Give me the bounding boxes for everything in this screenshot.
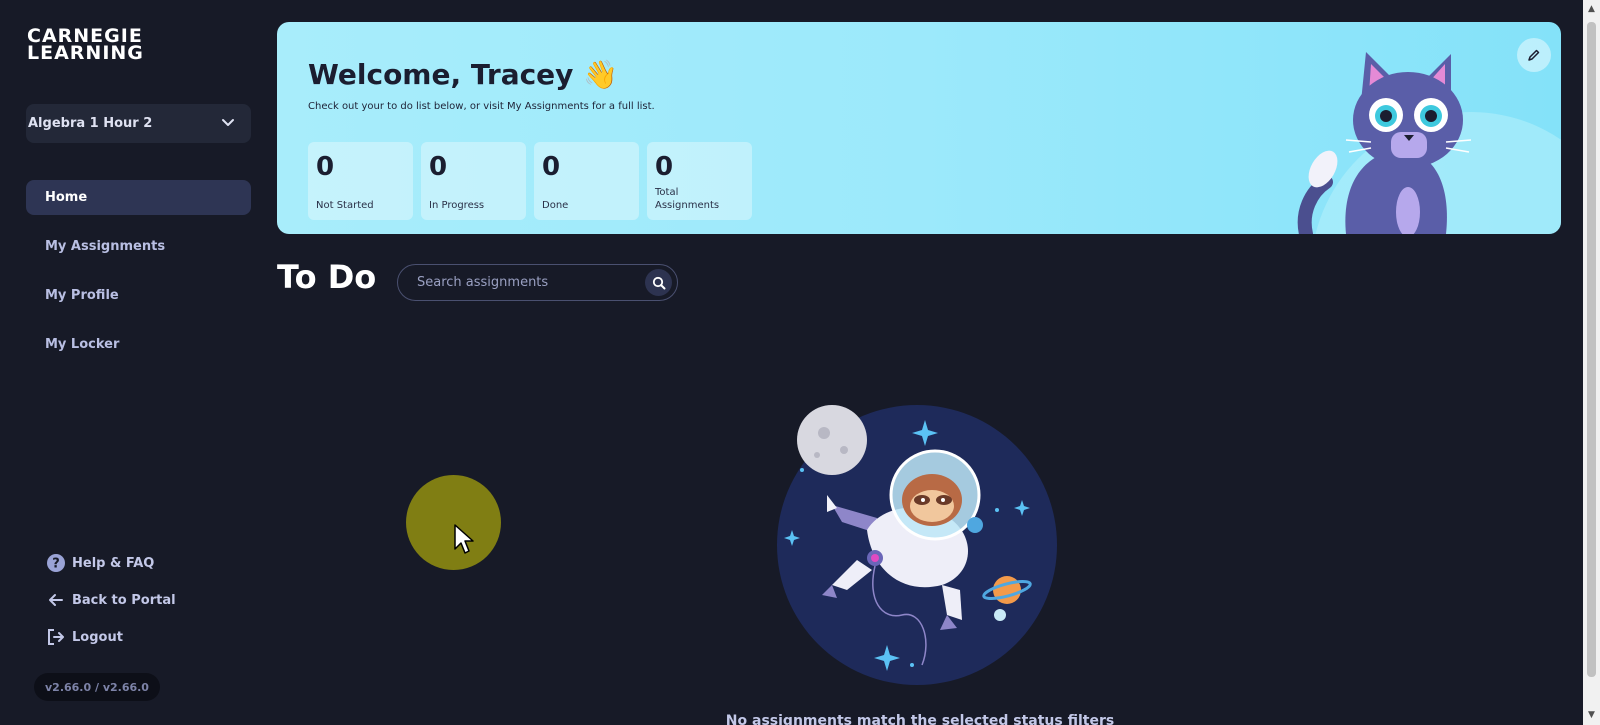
sidebar-item-my-profile[interactable]: My Profile (26, 278, 251, 313)
stat-value: 0 (542, 152, 561, 182)
mouse-pointer-icon (454, 524, 474, 554)
welcome-banner: Welcome, Tracey 👋 Check out your to do l… (277, 22, 1561, 234)
scroll-up-arrow-icon[interactable]: ▲ (1586, 4, 1597, 14)
stat-value: 0 (429, 152, 448, 182)
stat-label: Done (542, 200, 569, 211)
search-icon (652, 276, 665, 289)
help-faq-label: Help & FAQ (72, 555, 155, 571)
page-scrollbar[interactable]: ▲ ▼ (1583, 0, 1600, 725)
sidebar-nav: Home My Assignments My Profile My Locker (26, 180, 251, 376)
sidebar-item-home[interactable]: Home (26, 180, 251, 215)
class-select[interactable]: Algebra 1 Hour 2 (26, 104, 251, 143)
back-to-portal-label: Back to Portal (72, 592, 176, 608)
welcome-title: Welcome, Tracey 👋 (308, 58, 619, 91)
sidebar-item-label: My Assignments (45, 239, 166, 254)
logout-label: Logout (72, 629, 123, 645)
stat-label: Total Assignments (655, 187, 720, 211)
sidebar-item-my-assignments[interactable]: My Assignments (26, 229, 251, 264)
stat-value: 0 (316, 152, 335, 182)
stat-done[interactable]: 0 Done (534, 142, 639, 220)
svg-text:?: ? (52, 557, 60, 572)
edit-banner-button[interactable] (1517, 38, 1551, 72)
welcome-subtitle: Check out your to do list below, or visi… (308, 101, 655, 112)
search-button[interactable] (645, 269, 672, 296)
back-to-portal-link[interactable]: Back to Portal (46, 589, 176, 611)
help-faq-link[interactable]: ? Help & FAQ (46, 552, 176, 574)
pencil-icon (1528, 49, 1540, 61)
todo-heading: To Do (277, 258, 377, 296)
sidebar-item-label: My Locker (45, 337, 120, 352)
stat-value: 0 (655, 152, 674, 182)
search-assignments-input[interactable]: Search assignments (397, 264, 678, 301)
stat-total-assignments[interactable]: 0 Total Assignments (647, 142, 752, 220)
astronaut-sloth-illustration (777, 405, 1057, 685)
sidebar-item-my-locker[interactable]: My Locker (26, 327, 251, 362)
empty-state-message: No assignments match the selected status… (725, 713, 1115, 725)
sidebar: CARNEGIE LEARNING Algebra 1 Hour 2 Home … (0, 0, 262, 725)
search-placeholder: Search assignments (417, 275, 549, 290)
cat-mascot-illustration (1297, 52, 1561, 234)
status-stats: 0 Not Started 0 In Progress 0 Done 0 Tot… (308, 142, 760, 220)
version-badge: v2.66.0 / v2.66.0 (34, 673, 160, 701)
chevron-down-icon (222, 119, 234, 126)
arrow-left-icon (46, 590, 66, 610)
class-select-value: Algebra 1 Hour 2 (28, 116, 153, 131)
sidebar-item-label: Home (45, 190, 88, 205)
logo-line-2: LEARNING (27, 42, 144, 64)
logout-icon (46, 627, 66, 647)
stat-label: Not Started (316, 200, 374, 211)
stat-label: In Progress (429, 200, 485, 211)
scroll-down-arrow-icon[interactable]: ▼ (1586, 710, 1597, 720)
stat-in-progress[interactable]: 0 In Progress (421, 142, 526, 220)
logout-link[interactable]: Logout (46, 626, 176, 648)
help-icon: ? (46, 553, 66, 573)
sidebar-bottom-links: ? Help & FAQ Back to Portal Logout (46, 552, 176, 663)
scrollbar-thumb[interactable] (1587, 22, 1596, 677)
stat-not-started[interactable]: 0 Not Started (308, 142, 413, 220)
carnegie-learning-logo[interactable]: CARNEGIE LEARNING (27, 27, 147, 64)
sidebar-item-label: My Profile (45, 288, 119, 303)
